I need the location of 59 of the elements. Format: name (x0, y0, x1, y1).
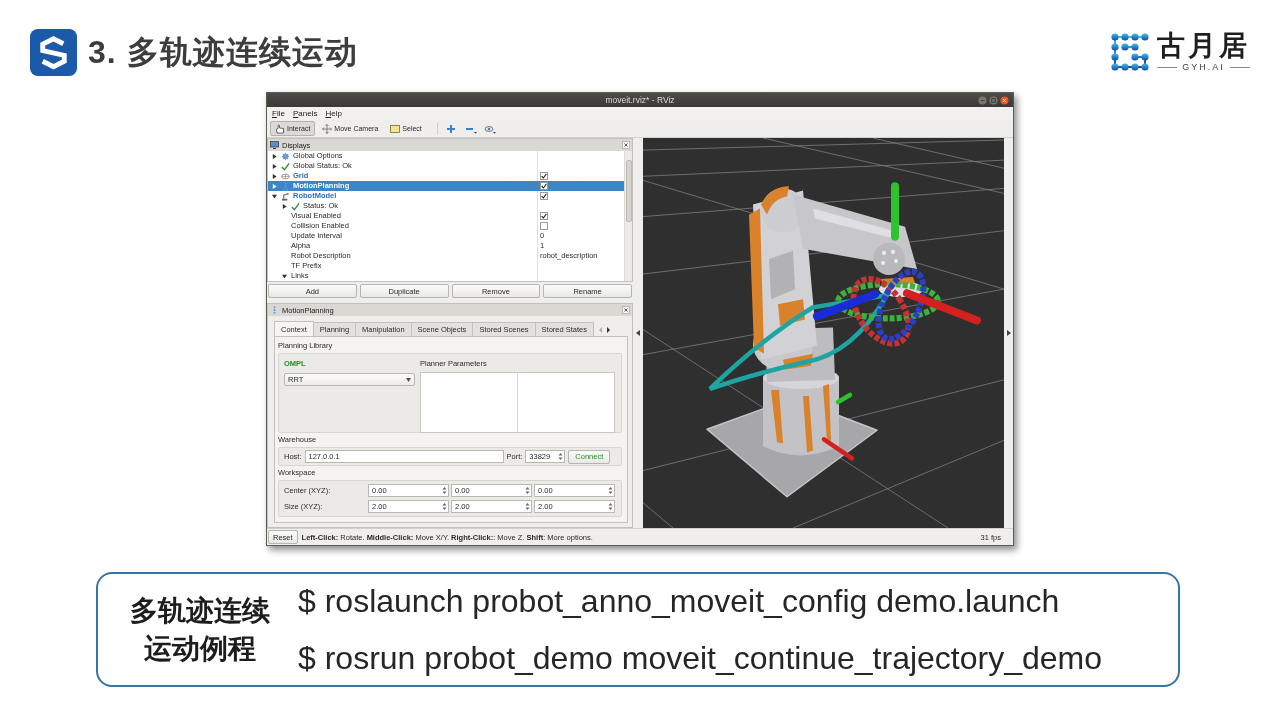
robot-icon (281, 191, 290, 201)
menu-item[interactable]: Help (325, 109, 342, 118)
checkbox[interactable] (540, 212, 548, 220)
close-icon[interactable] (622, 141, 630, 149)
caret-down-icon[interactable] (272, 193, 277, 199)
menu-item[interactable]: File (272, 109, 285, 118)
rotation-ring[interactable] (875, 268, 927, 343)
eye-icon[interactable] (483, 123, 497, 134)
caret-down-icon[interactable] (282, 273, 287, 279)
caret-right-icon[interactable] (272, 173, 277, 179)
caret-right-icon[interactable] (605, 325, 613, 335)
up-down-arrows-icon[interactable] (442, 502, 447, 511)
caret-left-icon[interactable] (636, 330, 640, 336)
dots-logo-icon (1110, 32, 1150, 72)
viewport-3d[interactable] (643, 138, 1004, 528)
window-title: moveit.rviz* - RViz (605, 95, 675, 105)
axis-marker (835, 392, 853, 405)
gear-icon (281, 151, 290, 161)
up-down-arrows-icon[interactable] (442, 486, 447, 495)
caret-right-icon[interactable] (272, 163, 277, 169)
hand-icon (275, 123, 285, 134)
grid-icon (281, 171, 290, 181)
monitor-icon (270, 141, 279, 149)
axis-handle[interactable] (813, 290, 879, 321)
rectangle-icon (390, 123, 401, 134)
move-arrows-icon (322, 123, 333, 134)
brand-tagline: GYH.AI (1157, 61, 1250, 73)
minimize-icon[interactable] (978, 95, 987, 105)
slide-title: 3. 多轨迹连续运动 (88, 33, 358, 72)
caret-right-icon[interactable] (282, 203, 287, 209)
scrollbar[interactable] (624, 151, 632, 281)
check-icon (291, 201, 300, 211)
example-heading: 多轨迹连续运动例程 (129, 593, 271, 666)
axis-handle[interactable] (903, 289, 981, 325)
check-icon (281, 161, 290, 171)
up-down-arrows-icon[interactable] (525, 486, 530, 495)
checkbox[interactable] (540, 182, 548, 190)
up-down-arrows-icon[interactable] (608, 502, 613, 511)
brand-name: 古月居 (1157, 31, 1250, 61)
axis-marker (821, 437, 855, 461)
up-down-arrows-icon[interactable] (558, 452, 564, 461)
checkbox[interactable] (540, 222, 548, 230)
close-icon[interactable] (1000, 95, 1009, 105)
up-down-arrows-icon[interactable] (525, 502, 530, 511)
caret-right-icon[interactable] (1006, 330, 1011, 336)
rotation-ring[interactable] (835, 281, 941, 322)
command-line: $ rosrun probot_demo moveit_continue_trajectory_demo (298, 638, 1102, 678)
axis-handle[interactable] (891, 182, 899, 241)
caret-right-icon[interactable] (272, 153, 277, 159)
dots-icon (281, 181, 290, 191)
checkbox[interactable] (540, 192, 548, 200)
close-icon[interactable] (622, 306, 630, 314)
up-down-arrows-icon[interactable] (608, 486, 613, 495)
menu-item[interactable]: Panels (292, 109, 318, 118)
rotation-ring[interactable] (850, 276, 912, 347)
s-logo-icon (30, 28, 77, 76)
command-line: $ roslaunch probot_anno_moveit_config demo.launch (298, 581, 1061, 621)
caret-down-icon (406, 377, 411, 382)
checkbox[interactable] (540, 172, 548, 180)
